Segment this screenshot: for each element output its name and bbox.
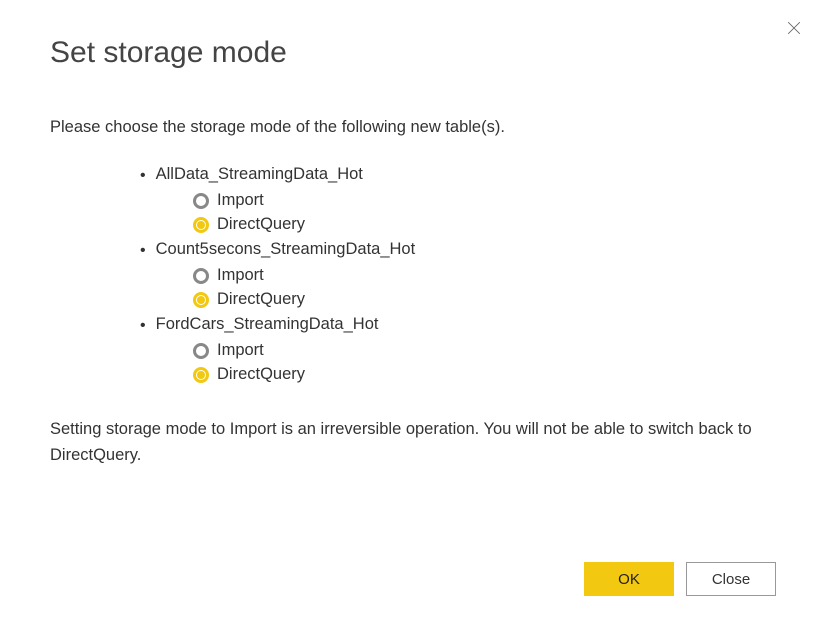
bullet-icon: • [140, 240, 146, 262]
storage-option-directquery[interactable]: DirectQuery [193, 215, 776, 234]
table-item: • AllData_StreamingData_Hot Import Direc… [140, 165, 776, 234]
table-name: Count5secons_StreamingData_Hot [156, 240, 416, 259]
option-label: Import [217, 266, 264, 285]
storage-mode-dialog: Set storage mode Please choose the stora… [0, 0, 826, 632]
option-label: Import [217, 191, 264, 210]
instruction-text: Please choose the storage mode of the fo… [50, 118, 776, 137]
option-label: DirectQuery [217, 215, 305, 234]
tables-list: • AllData_StreamingData_Hot Import Direc… [140, 165, 776, 384]
storage-option-import[interactable]: Import [193, 266, 776, 285]
option-label: Import [217, 341, 264, 360]
option-label: DirectQuery [217, 290, 305, 309]
close-button[interactable]: Close [686, 562, 776, 596]
radio-icon [193, 193, 209, 209]
table-item: • Count5secons_StreamingData_Hot Import … [140, 240, 776, 309]
storage-option-import[interactable]: Import [193, 341, 776, 360]
dialog-title: Set storage mode [50, 36, 776, 70]
storage-option-directquery[interactable]: DirectQuery [193, 290, 776, 309]
storage-option-import[interactable]: Import [193, 191, 776, 210]
table-item: • FordCars_StreamingData_Hot Import Dire… [140, 315, 776, 384]
radio-icon [193, 268, 209, 284]
option-label: DirectQuery [217, 365, 305, 384]
warning-text: Setting storage mode to Import is an irr… [50, 416, 776, 469]
dialog-buttons: OK Close [584, 562, 776, 596]
table-name: FordCars_StreamingData_Hot [156, 315, 379, 334]
radio-icon [193, 292, 209, 308]
table-name: AllData_StreamingData_Hot [156, 165, 363, 184]
bullet-icon: • [140, 315, 146, 337]
radio-icon [193, 343, 209, 359]
bullet-icon: • [140, 165, 146, 187]
radio-icon [193, 217, 209, 233]
ok-button[interactable]: OK [584, 562, 674, 596]
radio-icon [193, 367, 209, 383]
storage-option-directquery[interactable]: DirectQuery [193, 365, 776, 384]
close-icon[interactable] [784, 18, 804, 38]
